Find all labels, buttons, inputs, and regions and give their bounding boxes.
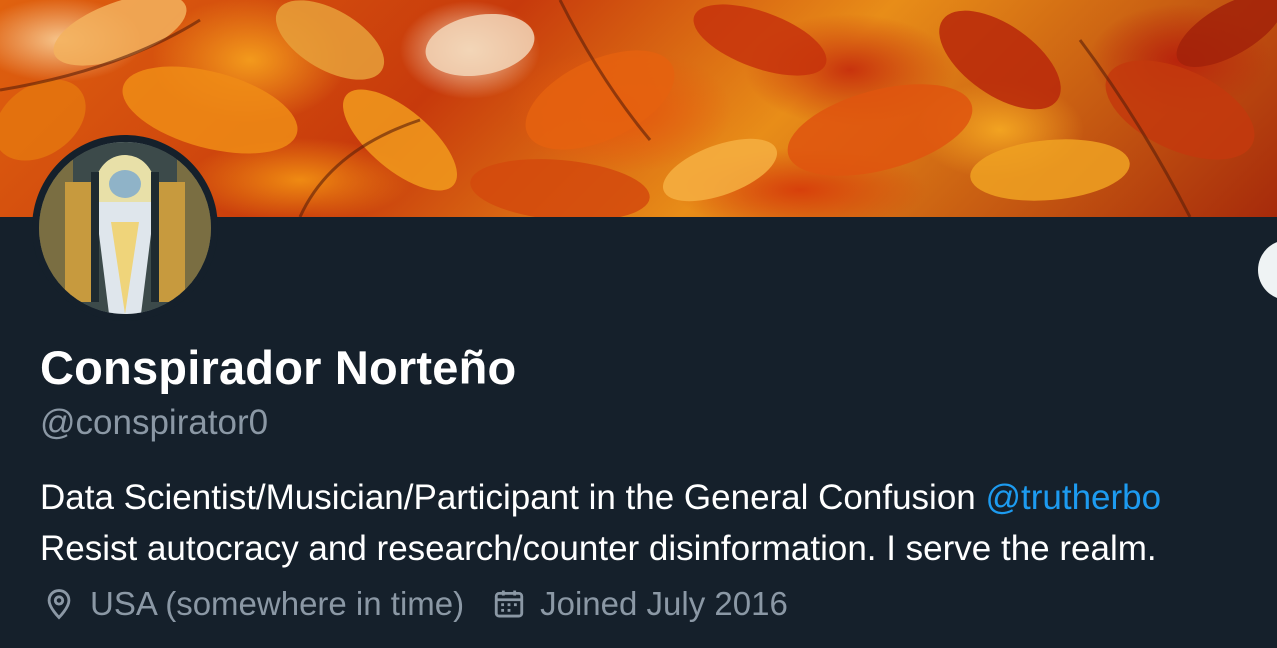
bio-line-1: Data Scientist/Musician/Participant in t…	[40, 472, 1277, 523]
bio: Data Scientist/Musician/Participant in t…	[40, 472, 1277, 574]
avatar-artwork	[39, 142, 211, 314]
joined-item: Joined July 2016	[492, 585, 788, 623]
bio-mention-link[interactable]: @trutherbo	[985, 478, 1161, 517]
handle: @conspirator0	[40, 403, 269, 442]
bio-text-1: Data Scientist/Musician/Participant in t…	[40, 478, 986, 517]
profile-meta: USA (somewhere in time) Joined July 2016	[42, 584, 788, 624]
avatar-image	[39, 142, 211, 314]
location-text: USA (somewhere in time)	[90, 585, 465, 622]
calendar-icon	[492, 587, 526, 621]
display-name: Conspirador Norteño	[40, 341, 517, 394]
bio-line-2: Resist autocracy and research/counter di…	[40, 529, 1157, 568]
avatar[interactable]	[32, 135, 218, 321]
joined-text: Joined July 2016	[540, 585, 788, 622]
location-pin-icon	[42, 587, 76, 621]
follow-button[interactable]	[1258, 240, 1277, 300]
location-item: USA (somewhere in time)	[42, 585, 464, 623]
profile-page: Conspirador Norteño @conspirator0 Data S…	[0, 0, 1277, 648]
